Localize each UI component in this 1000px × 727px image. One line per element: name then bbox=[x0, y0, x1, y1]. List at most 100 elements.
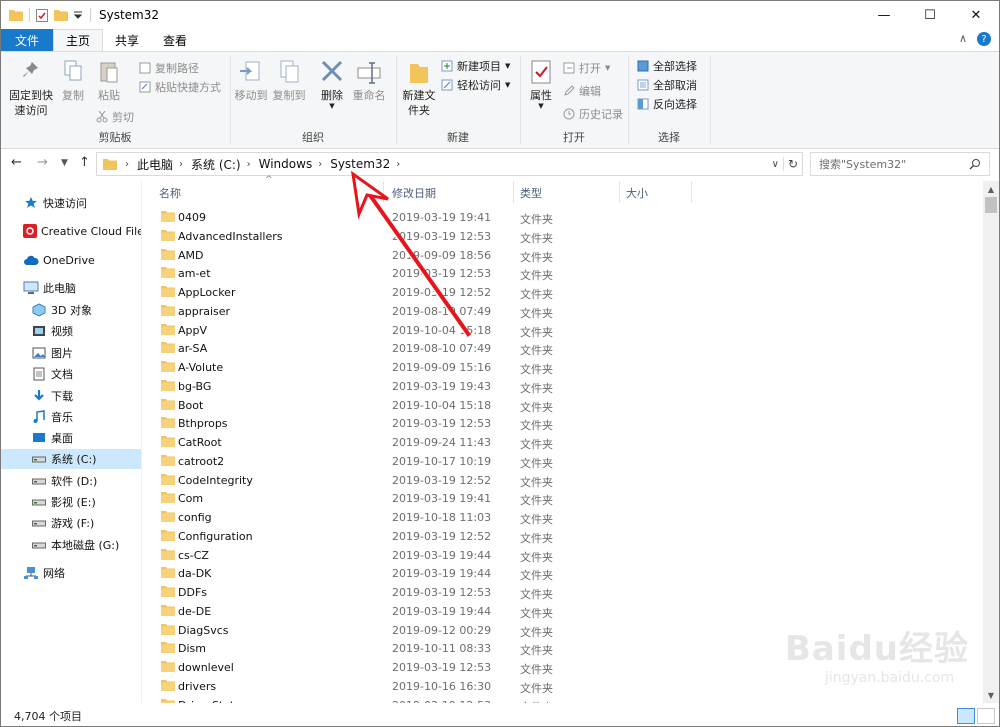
new-folder-icon[interactable] bbox=[54, 9, 68, 21]
breadcrumb-chevron-icon[interactable]: › bbox=[396, 159, 400, 170]
breadcrumb-this-pc[interactable]: 此电脑 bbox=[137, 156, 173, 173]
file-row[interactable]: Com 2019-03-19 19:41 文件夹 bbox=[143, 489, 983, 508]
search-box[interactable]: 搜索"System32" bbox=[810, 152, 990, 176]
sidebar-item[interactable]: 下载 bbox=[1, 386, 141, 406]
scroll-up-icon[interactable]: ▲ bbox=[983, 181, 999, 197]
file-row[interactable]: config 2019-10-18 11:03 文件夹 bbox=[143, 508, 983, 527]
collapse-ribbon-icon[interactable]: ∧ bbox=[959, 32, 967, 46]
minimize-button[interactable]: — bbox=[861, 1, 907, 29]
breadcrumb-drive-c[interactable]: 系统 (C:) bbox=[191, 156, 241, 173]
edit-button[interactable]: 编辑 bbox=[563, 83, 601, 99]
customize-dropdown-icon[interactable] bbox=[74, 11, 82, 19]
sidebar-item[interactable]: Creative Cloud Files bbox=[1, 221, 141, 241]
sidebar-item[interactable]: 影视 (E:) bbox=[1, 492, 141, 512]
sidebar-item[interactable]: 视频 bbox=[1, 321, 141, 341]
tab-share[interactable]: 共享 bbox=[103, 29, 151, 51]
recent-locations-icon[interactable]: ▼ bbox=[61, 158, 68, 168]
select-all-button[interactable]: 全部选择 bbox=[637, 58, 697, 74]
select-none-button[interactable]: 全部取消 bbox=[637, 77, 697, 93]
file-row[interactable]: AppLocker 2019-03-19 12:52 文件夹 bbox=[143, 283, 983, 302]
address-bar[interactable]: › 此电脑 › 系统 (C:) › Windows › System32 › ∨… bbox=[96, 152, 803, 176]
file-row[interactable]: bg-BG 2019-03-19 19:43 文件夹 bbox=[143, 377, 983, 396]
file-row[interactable]: A-Volute 2019-09-09 15:16 文件夹 bbox=[143, 358, 983, 377]
maximize-button[interactable]: ☐ bbox=[907, 1, 953, 29]
column-divider[interactable] bbox=[383, 181, 384, 203]
new-folder-button[interactable]: 新建文件夹 bbox=[399, 58, 439, 118]
file-row[interactable]: ar-SA 2019-08-10 07:49 文件夹 bbox=[143, 339, 983, 358]
copy-to-button[interactable]: 复制到 bbox=[271, 58, 307, 103]
file-row[interactable]: cs-CZ 2019-03-19 19:44 文件夹 bbox=[143, 546, 983, 565]
breadcrumb-windows[interactable]: Windows bbox=[259, 157, 313, 171]
history-button[interactable]: 历史记录 bbox=[563, 106, 623, 122]
delete-button[interactable]: 删除 ▼ bbox=[317, 58, 347, 110]
file-row[interactable]: catroot2 2019-10-17 10:19 文件夹 bbox=[143, 452, 983, 471]
easy-access-button[interactable]: 轻松访问 ▼ bbox=[441, 77, 510, 93]
properties-button[interactable]: 属性 ▼ bbox=[525, 58, 557, 110]
copy-button[interactable]: 复制 bbox=[59, 58, 87, 103]
file-row[interactable]: am-et 2019-03-19 12:53 文件夹 bbox=[143, 264, 983, 283]
invert-selection-button[interactable]: 反向选择 bbox=[637, 96, 697, 112]
file-row[interactable]: de-DE 2019-03-19 19:44 文件夹 bbox=[143, 602, 983, 621]
sidebar-item[interactable]: 网络 bbox=[1, 563, 141, 583]
column-divider[interactable] bbox=[691, 181, 692, 203]
sidebar-item[interactable]: 音乐 bbox=[1, 407, 141, 427]
delete-dropdown-icon[interactable]: ▼ bbox=[329, 103, 334, 110]
file-row[interactable]: Boot 2019-10-04 15:18 文件夹 bbox=[143, 396, 983, 415]
sidebar-item[interactable]: 本地磁盘 (G:) bbox=[1, 535, 141, 555]
sidebar-item[interactable]: 图片 bbox=[1, 343, 141, 363]
properties-dropdown-icon[interactable]: ▼ bbox=[538, 103, 543, 110]
sidebar-item[interactable]: 快速访问 bbox=[1, 193, 141, 213]
file-row[interactable]: AppV 2019-10-04 15:18 文件夹 bbox=[143, 321, 983, 340]
properties-icon[interactable] bbox=[36, 8, 48, 22]
copy-path-button[interactable]: 复制路径 bbox=[139, 60, 199, 76]
rename-button[interactable]: 重命名 bbox=[351, 58, 387, 103]
sidebar-item[interactable]: 文档 bbox=[1, 364, 141, 384]
cut-button[interactable]: 剪切 bbox=[96, 109, 134, 125]
file-row[interactable]: CodeIntegrity 2019-03-19 12:52 文件夹 bbox=[143, 471, 983, 490]
paste-shortcut-button[interactable]: 粘贴快捷方式 bbox=[139, 79, 221, 95]
search-icon[interactable] bbox=[969, 158, 981, 170]
breadcrumb-chevron-icon[interactable]: › bbox=[247, 159, 251, 170]
sidebar-item[interactable]: 3D 对象 bbox=[1, 300, 141, 320]
column-name[interactable]: 名称 bbox=[159, 185, 181, 201]
pin-quick-access-button[interactable]: 固定到快速访问 bbox=[7, 58, 55, 118]
tab-home[interactable]: 主页 bbox=[53, 29, 104, 51]
details-view-icon[interactable] bbox=[957, 708, 975, 724]
new-item-dropdown-icon[interactable]: ▼ bbox=[505, 62, 510, 70]
tab-file[interactable]: 文件 bbox=[1, 29, 54, 51]
help-icon[interactable]: ? bbox=[977, 32, 991, 46]
address-dropdown-icon[interactable]: ∨ bbox=[772, 159, 779, 170]
open-button[interactable]: 打开 ▼ bbox=[563, 60, 610, 76]
file-row[interactable]: appraiser 2019-08-10 07:49 文件夹 bbox=[143, 302, 983, 321]
large-icons-view-icon[interactable] bbox=[977, 708, 995, 724]
open-dropdown-icon[interactable]: ▼ bbox=[605, 64, 610, 72]
paste-button[interactable]: 粘贴 bbox=[95, 58, 123, 103]
breadcrumb-system32[interactable]: System32 bbox=[330, 157, 390, 171]
column-type[interactable]: 类型 bbox=[520, 185, 542, 201]
refresh-icon[interactable]: ↻ bbox=[782, 157, 798, 171]
file-row[interactable]: Bthprops 2019-03-19 12:53 文件夹 bbox=[143, 414, 983, 433]
tab-view[interactable]: 查看 bbox=[151, 29, 199, 51]
sidebar-item[interactable]: 系统 (C:) bbox=[1, 449, 141, 469]
sidebar-item[interactable]: 软件 (D:) bbox=[1, 471, 141, 491]
file-row[interactable]: DriverState 2019-03-19 12:53 文件夹 bbox=[143, 696, 983, 703]
column-date[interactable]: 修改日期 bbox=[392, 185, 436, 201]
forward-icon[interactable]: → bbox=[37, 155, 48, 170]
sidebar-item[interactable]: 游戏 (F:) bbox=[1, 513, 141, 533]
new-item-button[interactable]: 新建项目 ▼ bbox=[441, 58, 510, 74]
sidebar-item[interactable]: 此电脑 bbox=[1, 278, 141, 298]
sidebar-item[interactable]: OneDrive bbox=[1, 250, 141, 270]
breadcrumb-chevron-icon[interactable]: › bbox=[125, 159, 129, 170]
file-row[interactable]: da-DK 2019-03-19 19:44 文件夹 bbox=[143, 564, 983, 583]
back-icon[interactable]: ← bbox=[11, 155, 22, 170]
vertical-scrollbar[interactable]: ▲ ▼ bbox=[983, 181, 999, 703]
scrollbar-thumb[interactable] bbox=[985, 197, 997, 213]
column-size[interactable]: 大小 bbox=[626, 185, 648, 201]
column-divider[interactable] bbox=[619, 181, 620, 203]
sidebar-item[interactable]: 桌面 bbox=[1, 428, 141, 448]
file-row[interactable]: AMD 2019-09-09 18:56 文件夹 bbox=[143, 246, 983, 265]
close-button[interactable]: ✕ bbox=[953, 1, 999, 29]
file-row[interactable]: CatRoot 2019-09-24 11:43 文件夹 bbox=[143, 433, 983, 452]
file-row[interactable]: Configuration 2019-03-19 12:52 文件夹 bbox=[143, 527, 983, 546]
easy-access-dropdown-icon[interactable]: ▼ bbox=[505, 81, 510, 89]
